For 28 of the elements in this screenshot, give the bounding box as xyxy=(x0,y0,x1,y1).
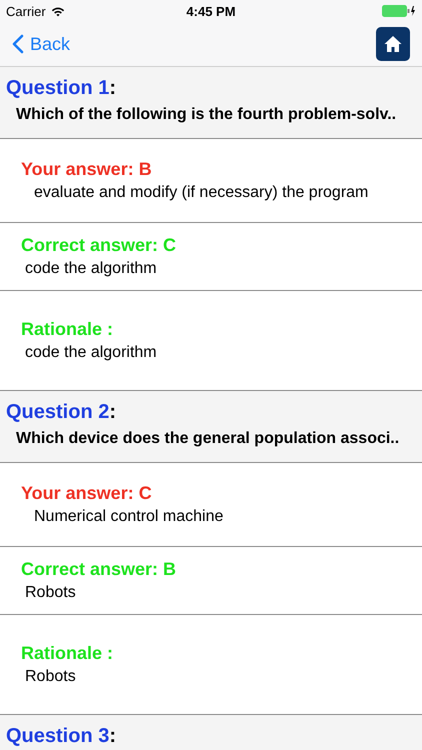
answer-heading: Your answer: C xyxy=(21,483,153,504)
colon-label: : xyxy=(109,725,116,747)
question-text: Which of the following is the fourth problem-solv.. xyxy=(16,106,398,124)
clock-label: 4:45 PM xyxy=(185,4,237,18)
battery-icon xyxy=(382,5,416,17)
back-button[interactable]: Back xyxy=(12,34,70,54)
answer-text: code the algorithm xyxy=(24,260,158,278)
answer-heading: Correct answer: B xyxy=(21,559,178,580)
answer-text: Robots xyxy=(24,584,77,602)
question-number: Question 2 xyxy=(6,401,110,423)
answer-text: evaluate and modify (if necessary) the program xyxy=(33,184,370,202)
answer-text: Numerical control machine xyxy=(33,508,224,526)
answer-heading: Your answer: B xyxy=(21,159,153,180)
carrier-label: Carrier xyxy=(6,4,46,18)
question-number: Question 3 xyxy=(6,725,110,747)
answer-text: code the algorithm xyxy=(24,344,158,362)
question-number: Question 1 xyxy=(6,77,110,99)
colon-label: : xyxy=(109,401,116,423)
colon-label: : xyxy=(109,77,116,99)
answer-heading: Rationale : xyxy=(21,319,114,340)
wifi-icon xyxy=(50,6,65,16)
answer-heading: Rationale : xyxy=(21,643,114,664)
answer-text: Robots xyxy=(24,668,77,686)
home-icon xyxy=(383,34,403,54)
chevron-icon xyxy=(12,34,24,54)
answer-heading: Correct answer: C xyxy=(21,235,178,256)
question-text: Which device does the general population associ.. xyxy=(16,430,400,448)
home-button[interactable] xyxy=(376,27,410,61)
